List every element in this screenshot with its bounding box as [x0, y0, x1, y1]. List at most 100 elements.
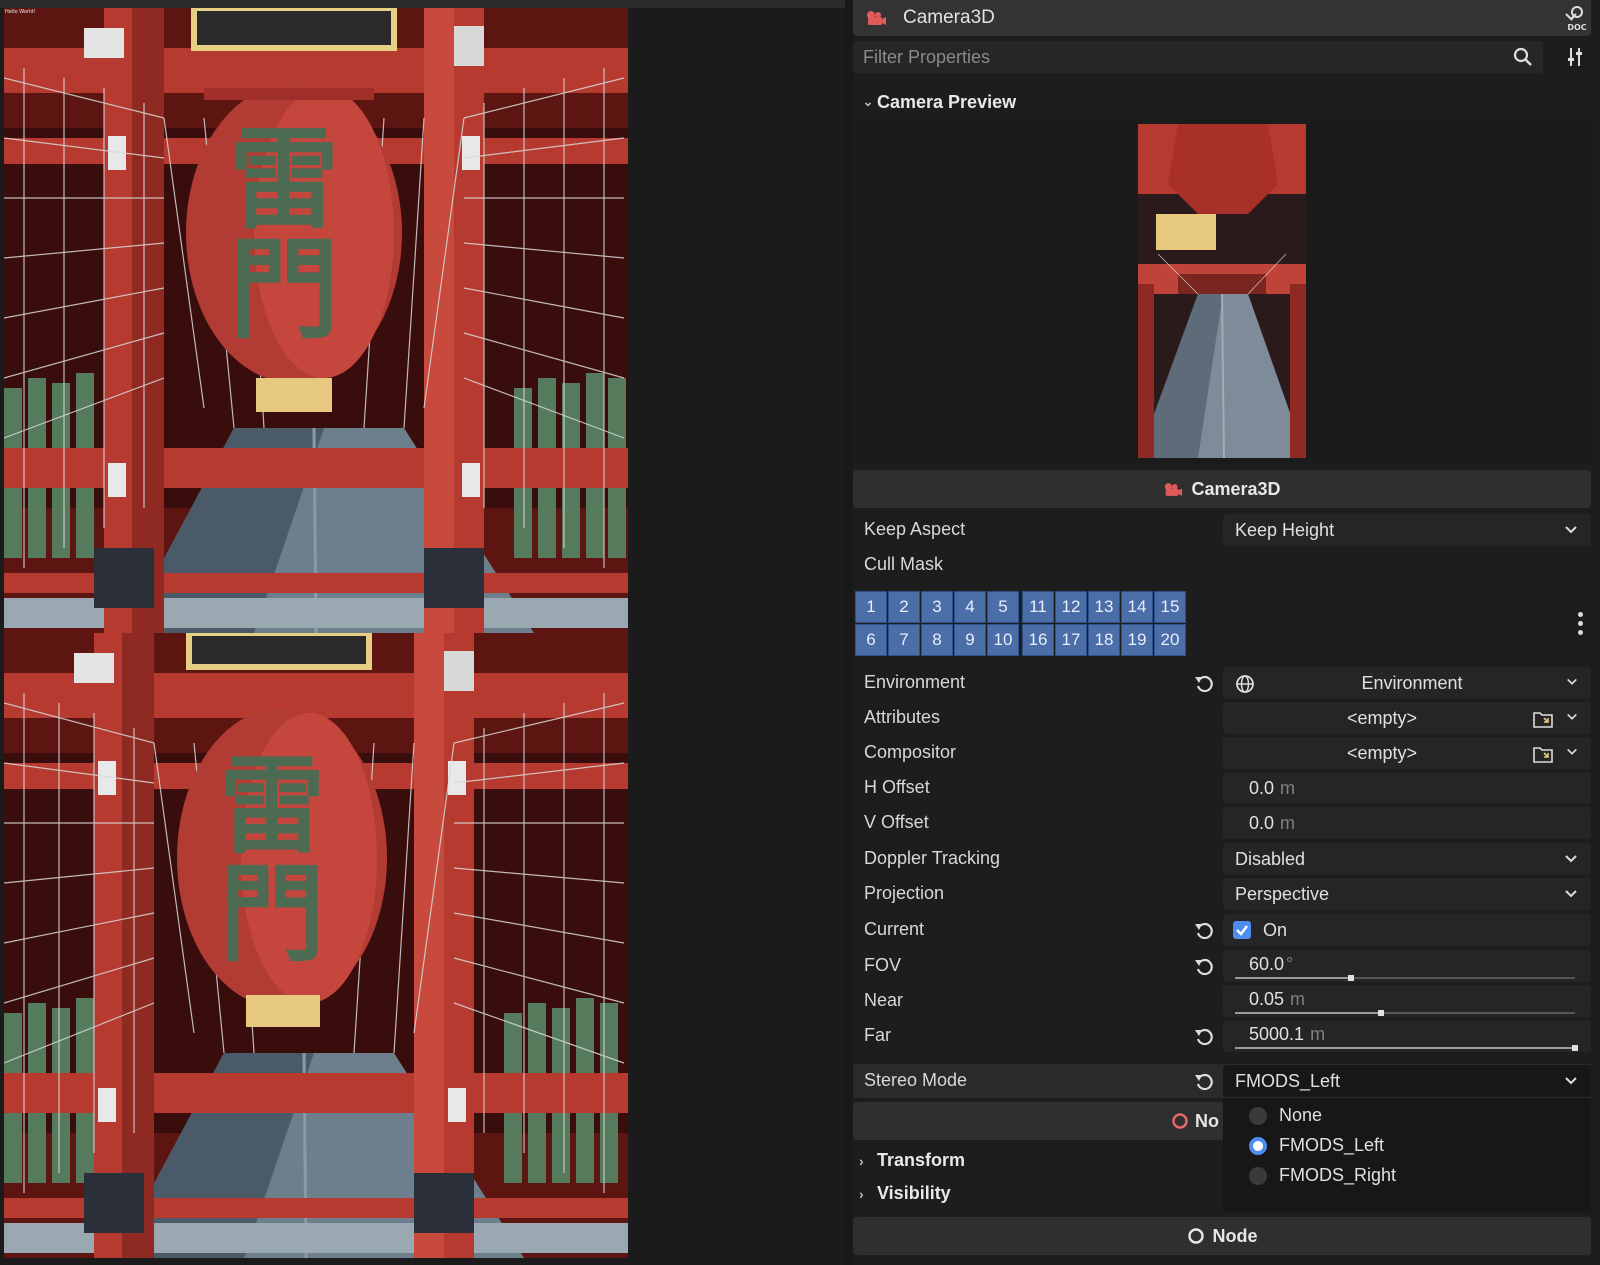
- cull-mask-layer[interactable]: 20: [1154, 624, 1186, 656]
- cull-mask-layer[interactable]: 1: [855, 591, 887, 623]
- node-selector[interactable]: Camera3D: [853, 0, 1591, 36]
- field-unit: m: [1290, 989, 1306, 1009]
- revert-icon[interactable]: [1193, 955, 1215, 977]
- viewport[interactable]: 雷 門 Hello World! 雷 門: [0, 0, 845, 1265]
- doc-search-button[interactable]: DOC: [1557, 0, 1597, 36]
- chevron-down-icon: [1567, 678, 1577, 685]
- checkbox-checked-icon: [1233, 921, 1251, 939]
- doppler-tracking-dropdown[interactable]: Disabled: [1223, 843, 1591, 875]
- radio-selected-icon: [1249, 1137, 1267, 1155]
- stereo-mode-dropdown[interactable]: FMODS_Left: [1223, 1065, 1591, 1097]
- folder-load-icon[interactable]: [1533, 710, 1553, 728]
- v-offset-field[interactable]: 0.0 m: [1223, 807, 1591, 839]
- field-value: 0.0: [1249, 778, 1275, 798]
- property-near: Near 0.05 m: [853, 984, 1591, 1018]
- slider-handle[interactable]: [1572, 1045, 1578, 1051]
- filter-options-button[interactable]: [1555, 41, 1595, 73]
- property-label: Projection: [864, 883, 945, 903]
- dropdown-value: Disabled: [1235, 849, 1306, 869]
- cull-mask-layer[interactable]: 5: [987, 591, 1019, 623]
- property-label: Compositor: [864, 742, 957, 762]
- slider-handle[interactable]: [1347, 975, 1354, 981]
- attributes-resource-picker[interactable]: <empty>: [1223, 702, 1591, 734]
- property-environment: Environment Environment: [853, 666, 1591, 700]
- cull-mask-layer[interactable]: 13: [1088, 591, 1120, 623]
- projection-dropdown[interactable]: Perspective: [1223, 878, 1591, 910]
- property-keep-aspect: Keep Aspect Keep Height: [853, 513, 1591, 547]
- chevron-down-icon: [1565, 1077, 1577, 1085]
- node3d-header-label: No: [1195, 1111, 1219, 1131]
- stereo-mode-option[interactable]: FMODS_Right: [1223, 1160, 1591, 1190]
- stereo-mode-option[interactable]: FMODS_Left: [1223, 1130, 1591, 1160]
- near-slider-field[interactable]: 0.05 m: [1223, 985, 1591, 1017]
- folder-load-icon[interactable]: [1533, 745, 1553, 763]
- transform-label: Transform: [877, 1150, 966, 1170]
- property-label: H Offset: [864, 777, 930, 797]
- property-h-offset: H Offset 0.0 m: [853, 771, 1591, 805]
- visibility-section[interactable]: › Visibility: [853, 1183, 951, 1204]
- fov-slider[interactable]: [1235, 975, 1575, 981]
- property-label: Far: [864, 1025, 891, 1045]
- stereo-mode-popup-menu: None FMODS_Left FMODS_Right: [1223, 1098, 1591, 1212]
- far-slider-field[interactable]: 5000.1 m: [1223, 1020, 1591, 1052]
- cull-mask-layer[interactable]: 7: [888, 624, 920, 656]
- cull-mask-layer[interactable]: 15: [1154, 591, 1186, 623]
- cull-mask-layer[interactable]: 17: [1055, 624, 1087, 656]
- resource-value: <empty>: [1346, 743, 1418, 763]
- svg-text:雷: 雷: [219, 745, 325, 868]
- node3d-icon: [1172, 1113, 1188, 1129]
- cull-mask-menu-button[interactable]: [1578, 612, 1584, 639]
- svg-text:雷: 雷: [229, 116, 339, 244]
- cull-mask-layer[interactable]: 3: [921, 591, 953, 623]
- cull-mask-layer[interactable]: 9: [954, 624, 986, 656]
- keep-aspect-dropdown[interactable]: Keep Height: [1223, 514, 1591, 546]
- overlay-text: Hello World!: [5, 9, 36, 15]
- near-slider[interactable]: [1235, 1010, 1575, 1016]
- property-projection: Projection Perspective: [853, 877, 1591, 911]
- chevron-down-icon: [1567, 713, 1577, 720]
- panel-splitter[interactable]: [845, 0, 853, 1265]
- revert-icon[interactable]: [1193, 1070, 1215, 1092]
- cull-mask-layer[interactable]: 11: [1022, 591, 1054, 623]
- camera-preview-section[interactable]: ⌄ Camera Preview: [853, 86, 1591, 118]
- environment-resource-picker[interactable]: Environment: [1223, 667, 1591, 699]
- revert-icon[interactable]: [1193, 672, 1215, 694]
- field-unit: m: [1310, 1024, 1326, 1044]
- cull-mask-layer[interactable]: 18: [1088, 624, 1120, 656]
- resource-value: Environment: [1361, 673, 1463, 693]
- transform-section[interactable]: › Transform: [853, 1150, 965, 1171]
- cull-mask-layer[interactable]: 2: [888, 591, 920, 623]
- far-slider[interactable]: [1235, 1045, 1578, 1051]
- cull-mask-layer[interactable]: 4: [954, 591, 986, 623]
- current-checkbox[interactable]: On: [1223, 914, 1591, 946]
- revert-icon[interactable]: [1193, 1025, 1215, 1047]
- filter-options-icon: [1568, 48, 1582, 66]
- property-label: Attributes: [864, 707, 941, 727]
- viewport-top-border: [0, 0, 845, 8]
- camera3d-class-header[interactable]: Camera3D: [853, 470, 1591, 508]
- globe-icon: [1236, 675, 1254, 693]
- property-label: Stereo Mode: [864, 1070, 968, 1090]
- cull-mask-layer[interactable]: 19: [1121, 624, 1153, 656]
- cull-mask-layer[interactable]: 8: [921, 624, 953, 656]
- doc-search-icon: DOC: [1567, 6, 1587, 31]
- chevron-down-icon: ⌄: [862, 94, 874, 109]
- revert-icon[interactable]: [1193, 919, 1215, 941]
- filter-properties-input[interactable]: Filter Properties: [853, 41, 1543, 73]
- node-class-header[interactable]: Node: [853, 1217, 1591, 1255]
- property-label: Environment: [864, 672, 966, 692]
- compositor-resource-picker[interactable]: <empty>: [1223, 737, 1591, 769]
- dropdown-value: Keep Height: [1235, 520, 1335, 540]
- chevron-right-icon: ›: [859, 1153, 864, 1169]
- slider-handle[interactable]: [1378, 1010, 1385, 1016]
- camera-icon: [1165, 482, 1183, 496]
- option-label: None: [1279, 1105, 1323, 1125]
- cull-mask-layer[interactable]: 14: [1121, 591, 1153, 623]
- cull-mask-layer[interactable]: 6: [855, 624, 887, 656]
- stereo-mode-option[interactable]: None: [1223, 1100, 1591, 1130]
- h-offset-field[interactable]: 0.0 m: [1223, 772, 1591, 804]
- cull-mask-layer[interactable]: 10: [987, 624, 1019, 656]
- fov-slider-field[interactable]: 60.0 °: [1223, 950, 1591, 982]
- cull-mask-layer[interactable]: 12: [1055, 591, 1087, 623]
- cull-mask-layer[interactable]: 16: [1022, 624, 1054, 656]
